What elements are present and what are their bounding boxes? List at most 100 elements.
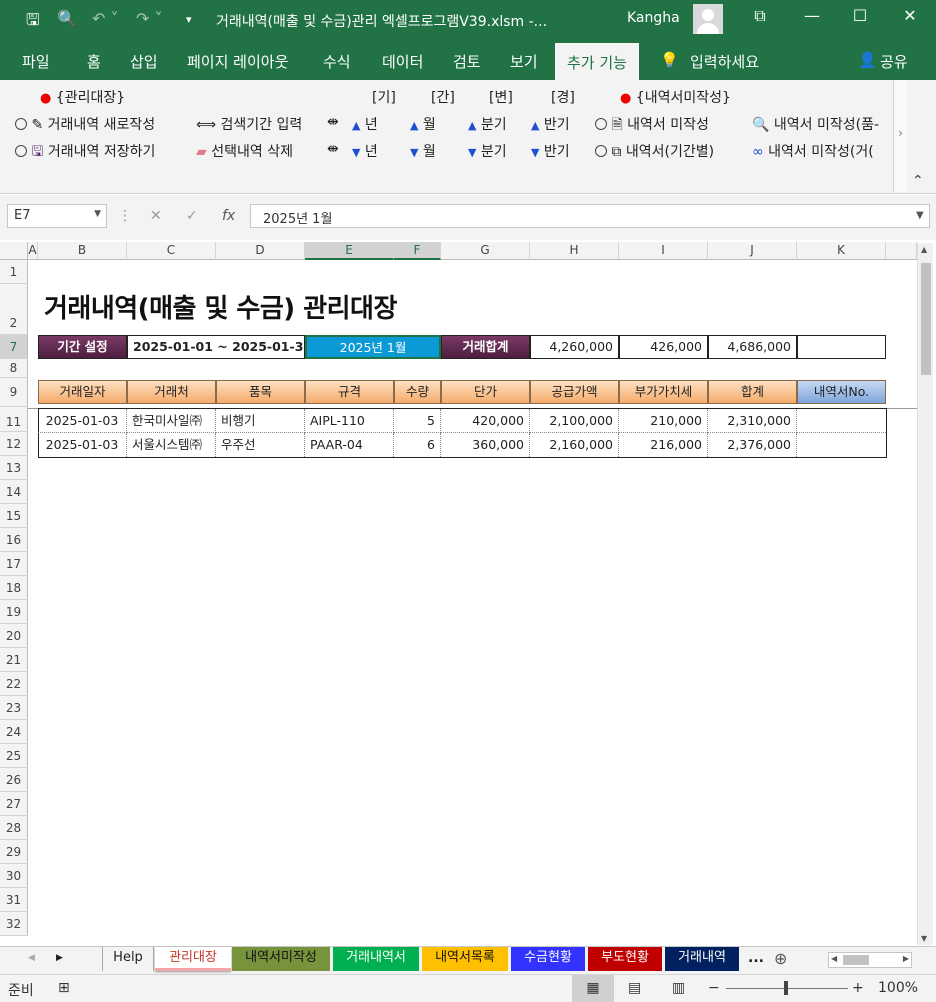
- row-header[interactable]: 26: [0, 768, 28, 792]
- quarter-down-button[interactable]: ▼ 분기: [468, 141, 507, 161]
- half-up-button[interactable]: ▲ 반기: [531, 114, 570, 134]
- share-button[interactable]: 공유: [880, 51, 908, 72]
- col-header-e[interactable]: E: [305, 242, 394, 260]
- zoom-slider-thumb[interactable]: [784, 981, 788, 995]
- sheet-tab-collection[interactable]: 수금현황: [511, 947, 585, 971]
- sheet-tab-default[interactable]: 부도현황: [588, 947, 662, 971]
- row-header[interactable]: 12: [0, 432, 28, 456]
- col-header-d[interactable]: D: [216, 242, 305, 260]
- print-preview-icon[interactable]: 🔍: [57, 9, 77, 28]
- maximize-button[interactable]: ☐: [845, 6, 875, 25]
- unwritten-button[interactable]: 🗎 내역서 미작성: [595, 114, 709, 138]
- row-header[interactable]: 21: [0, 648, 28, 672]
- col-header-i[interactable]: I: [619, 242, 708, 260]
- share-icon[interactable]: 👤: [858, 51, 877, 69]
- row-header[interactable]: 17: [0, 552, 28, 576]
- cell-date[interactable]: 2025-01-03: [38, 433, 127, 457]
- worksheet-grid[interactable]: A B C D E F G H I J K 1 2 7 8 9 11 12 13…: [0, 240, 936, 946]
- cell-supply[interactable]: 2,100,000: [530, 409, 619, 433]
- row-header[interactable]: 25: [0, 744, 28, 768]
- col-header-a[interactable]: A: [28, 242, 38, 260]
- redo-icon[interactable]: ↷ ˅: [136, 9, 163, 28]
- function-icon[interactable]: fx: [222, 208, 235, 224]
- cell-unit-price[interactable]: 360,000: [441, 433, 530, 457]
- cell-client[interactable]: 서울시스템㈜: [127, 433, 216, 457]
- select-all-corner[interactable]: [0, 242, 28, 260]
- tab-review[interactable]: 검토: [453, 51, 481, 72]
- tab-add-ins[interactable]: 추가 기능: [555, 43, 639, 80]
- cell-total[interactable]: 2,310,000: [708, 409, 797, 433]
- page-break-icon[interactable]: ▥: [672, 980, 685, 996]
- cell-spec[interactable]: AIPL-110: [305, 409, 394, 433]
- row-header[interactable]: 27: [0, 792, 28, 816]
- row-header[interactable]: 18: [0, 576, 28, 600]
- expand-formula-icon[interactable]: ▼: [916, 210, 924, 221]
- row-header[interactable]: 23: [0, 696, 28, 720]
- cell-client[interactable]: 한국미사일㈜: [127, 409, 216, 433]
- add-sheet-icon[interactable]: ⊕: [774, 949, 787, 968]
- cell-supply[interactable]: 2,160,000: [530, 433, 619, 457]
- cell-vat[interactable]: 210,000: [619, 409, 708, 433]
- row-header[interactable]: 13: [0, 456, 28, 480]
- customize-quick-access-icon[interactable]: ▾: [186, 13, 192, 26]
- tab-file[interactable]: 파일: [22, 51, 50, 72]
- sheet-tab-statement[interactable]: 거래내역서: [333, 947, 419, 971]
- tell-me-search[interactable]: 입력하세요: [690, 51, 759, 72]
- avatar[interactable]: [693, 4, 723, 34]
- row-header[interactable]: 1: [0, 260, 28, 284]
- tab-formulas[interactable]: 수식: [323, 51, 351, 72]
- row-header[interactable]: 32: [0, 912, 28, 936]
- col-header-f[interactable]: F: [394, 242, 441, 260]
- tab-home[interactable]: 홈: [87, 51, 101, 72]
- cell-unit-price[interactable]: 420,000: [441, 409, 530, 433]
- tab-scroll-left-icon[interactable]: ◀: [28, 953, 35, 963]
- tab-data[interactable]: 데이터: [382, 51, 423, 72]
- sheet-tab-ledger[interactable]: 관리대장: [155, 947, 231, 971]
- row-header[interactable]: 19: [0, 600, 28, 624]
- col-header-c[interactable]: C: [127, 242, 216, 260]
- row-header[interactable]: 2: [0, 284, 28, 335]
- undo-icon[interactable]: ↶ ˅: [92, 9, 119, 28]
- row-header[interactable]: 11: [0, 407, 28, 432]
- cell-qty[interactable]: 6: [394, 433, 441, 457]
- collapse-ribbon-icon[interactable]: ⌃: [912, 173, 924, 189]
- sheet-tab-statement-list[interactable]: 내역서목록: [422, 947, 508, 971]
- period-range[interactable]: 2025-01-01 ~ 2025-01-31: [127, 335, 305, 359]
- col-header-g[interactable]: G: [441, 242, 530, 260]
- delete-selected-button[interactable]: ▰ 선택내역 삭제: [196, 141, 293, 161]
- save-icon[interactable]: 🖫: [26, 9, 40, 36]
- scroll-thumb[interactable]: [921, 263, 931, 375]
- cell-statement-no[interactable]: [797, 409, 886, 433]
- cell-item[interactable]: 우주선: [216, 433, 305, 457]
- unwritten-period-button[interactable]: ⧉ 내역서(기간별): [595, 141, 714, 161]
- tab-scroll-right-icon[interactable]: ▶: [56, 953, 63, 963]
- unwritten-client-button[interactable]: ∞ 내역서 미작성(거(: [752, 141, 890, 161]
- normal-view-icon[interactable]: ▦: [572, 975, 614, 1002]
- tab-page-layout[interactable]: 페이지 레이아웃: [187, 51, 288, 72]
- zoom-in-icon[interactable]: +: [852, 980, 864, 996]
- save-entry-button[interactable]: 🖫 거래내역 저장하기: [15, 141, 155, 165]
- year-down-button[interactable]: ▼ 년: [352, 141, 378, 161]
- quarter-up-button[interactable]: ▲ 분기: [468, 114, 507, 134]
- macro-record-icon[interactable]: ⊞: [58, 980, 70, 996]
- zoom-level[interactable]: 100%: [878, 980, 918, 996]
- row-header[interactable]: 8: [0, 359, 28, 378]
- sheet-tab-transactions[interactable]: 거래내역: [665, 947, 739, 971]
- ribbon-display-icon[interactable]: ⧉: [745, 6, 775, 26]
- row-header[interactable]: 28: [0, 816, 28, 840]
- row-header[interactable]: 31: [0, 888, 28, 912]
- new-entry-button[interactable]: ✎ 거래내역 새로작성: [15, 114, 155, 134]
- col-header-h[interactable]: H: [530, 242, 619, 260]
- sheet-tab-help[interactable]: Help: [102, 947, 154, 971]
- row-header[interactable]: 16: [0, 528, 28, 552]
- cell-vat[interactable]: 216,000: [619, 433, 708, 457]
- row-header[interactable]: 20: [0, 624, 28, 648]
- row-header[interactable]: 14: [0, 480, 28, 504]
- tab-view[interactable]: 보기: [510, 51, 538, 72]
- more-tabs-button[interactable]: ...: [748, 950, 764, 966]
- enter-icon[interactable]: ✓: [186, 208, 198, 224]
- cell-date[interactable]: 2025-01-03: [38, 409, 127, 433]
- period-month-cell[interactable]: 2025년 1월: [305, 335, 441, 359]
- cell-spec[interactable]: PAAR-04: [305, 433, 394, 457]
- search-period-button[interactable]: ⟺ 검색기간 입력: [196, 114, 302, 134]
